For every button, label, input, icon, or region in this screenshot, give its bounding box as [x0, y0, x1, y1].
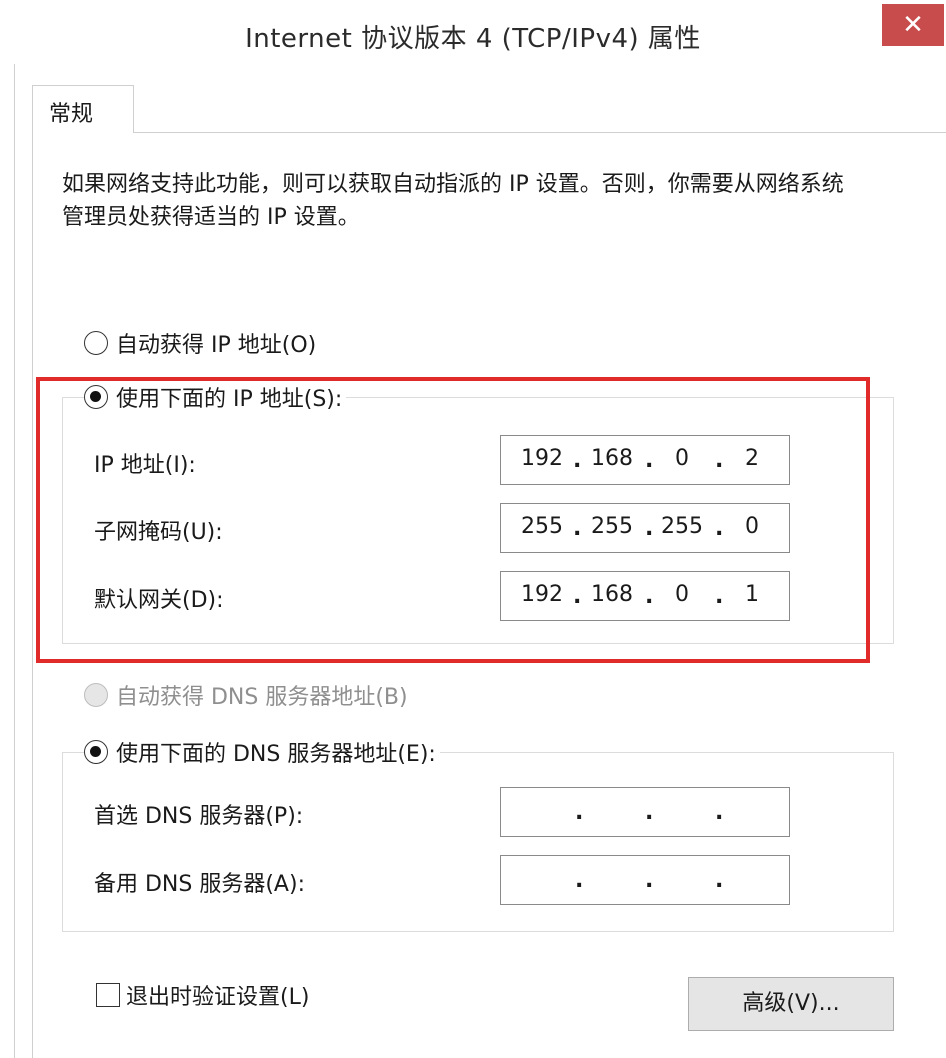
octet-separator: . [645, 800, 654, 825]
auto-ip-label: 自动获得 IP 地址(O) [116, 333, 317, 358]
alternate-dns-label: 备用 DNS 服务器(A): [94, 872, 305, 897]
title-bar: Internet 协议版本 4 (TCP/IPv4) 属性 ✕ [0, 0, 946, 64]
close-button[interactable]: ✕ [882, 4, 944, 46]
auto-dns-radio[interactable] [84, 683, 108, 707]
alternate-dns-input[interactable]: . . . [500, 855, 790, 905]
octet-separator: . [715, 868, 724, 893]
auto-dns-label: 自动获得 DNS 服务器地址(B) [116, 685, 408, 710]
manual-dns-radio-row[interactable]: 使用下面的 DNS 服务器地址(E): [84, 737, 440, 767]
validate-on-exit-row[interactable]: 退出时验证设置(L) [96, 979, 309, 1011]
manual-dns-radio[interactable] [84, 740, 108, 764]
auto-ip-radio[interactable] [84, 331, 108, 355]
description-text: 如果网络支持此功能，则可以获取自动指派的 IP 设置。否则，你需要从网络系统管理… [62, 172, 844, 230]
validate-on-exit-label: 退出时验证设置(L) [126, 985, 310, 1010]
tcpip-properties-dialog: Internet 协议版本 4 (TCP/IPv4) 属性 ✕ 常规 如果网络支… [0, 0, 946, 1058]
octet-separator: . [645, 868, 654, 893]
auto-ip-radio-row[interactable]: 自动获得 IP 地址(O) [84, 328, 321, 358]
manual-dns-label: 使用下面的 DNS 服务器地址(E): [116, 742, 436, 767]
tab-general[interactable]: 常规 [32, 85, 134, 133]
auto-dns-radio-row[interactable]: 自动获得 DNS 服务器地址(B) [84, 680, 412, 710]
octet-separator: . [715, 800, 724, 825]
annotation-highlight-box [36, 377, 870, 663]
validate-on-exit-checkbox[interactable] [96, 983, 120, 1007]
advanced-button[interactable]: 高级(V)... [688, 977, 894, 1031]
preferred-dns-label: 首选 DNS 服务器(P): [94, 804, 304, 829]
window-title: Internet 协议版本 4 (TCP/IPv4) 属性 [245, 24, 701, 54]
octet-separator: . [575, 868, 584, 893]
tab-general-label: 常规 [49, 102, 94, 127]
preferred-dns-input[interactable]: . . . [500, 787, 790, 837]
dns-settings-group [62, 752, 894, 932]
octet-separator: . [575, 800, 584, 825]
